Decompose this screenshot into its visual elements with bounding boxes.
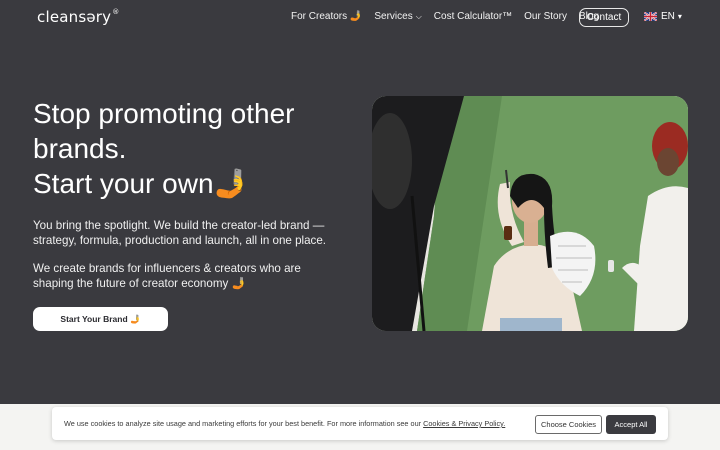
- nav-services[interactable]: Services ⌵: [374, 11, 421, 22]
- nav-links: For Creators 🤳 Services ⌵ Cost Calculator…: [291, 11, 611, 22]
- hero-photo: [372, 96, 688, 331]
- chevron-down-icon: ⌵: [415, 12, 422, 21]
- contact-button[interactable]: Contact: [579, 8, 629, 27]
- nav-services-label: Services: [374, 11, 413, 22]
- hero-paragraph-1: You bring the spotlight. We build the cr…: [33, 219, 327, 247]
- choose-cookies-button[interactable]: Choose Cookies: [535, 415, 602, 434]
- cookie-banner: We use cookies to analyze site usage and…: [52, 407, 668, 440]
- accept-all-button[interactable]: Accept All: [606, 415, 656, 434]
- logo-text: cleansəry: [37, 8, 112, 26]
- hero-title-line-1: Stop promoting other: [33, 98, 295, 129]
- hero-title-line-3: Start your own🤳: [33, 168, 249, 199]
- nav-our-story[interactable]: Our Story: [524, 11, 567, 22]
- cookie-message: We use cookies to analyze site usage and…: [64, 419, 505, 428]
- hero-title: Stop promoting other brands. Start your …: [33, 96, 353, 201]
- start-your-brand-button[interactable]: Start Your Brand 🤳: [33, 307, 168, 331]
- hero-photo-illustration: [372, 96, 688, 331]
- cookie-policy-link[interactable]: Cookies & Privacy Policy.: [423, 419, 505, 428]
- top-navigation: cleansəry® For Creators 🤳 Services ⌵ Cost…: [0, 0, 720, 34]
- nav-for-creators[interactable]: For Creators 🤳: [291, 11, 362, 22]
- cookie-message-text: We use cookies to analyze site usage and…: [64, 419, 424, 428]
- language-label: EN: [661, 11, 675, 22]
- language-selector[interactable]: EN ▾: [644, 11, 682, 22]
- nav-cost-calculator[interactable]: Cost Calculator™: [434, 11, 512, 22]
- logo-registered-mark: ®: [112, 8, 120, 16]
- logo[interactable]: cleansəry®: [37, 8, 119, 26]
- hero-paragraph-2: We create brands for influencers & creat…: [33, 262, 301, 290]
- uk-flag-icon: [644, 12, 657, 21]
- hero-title-line-2: brands.: [33, 133, 127, 164]
- chevron-down-icon: ▾: [677, 12, 682, 21]
